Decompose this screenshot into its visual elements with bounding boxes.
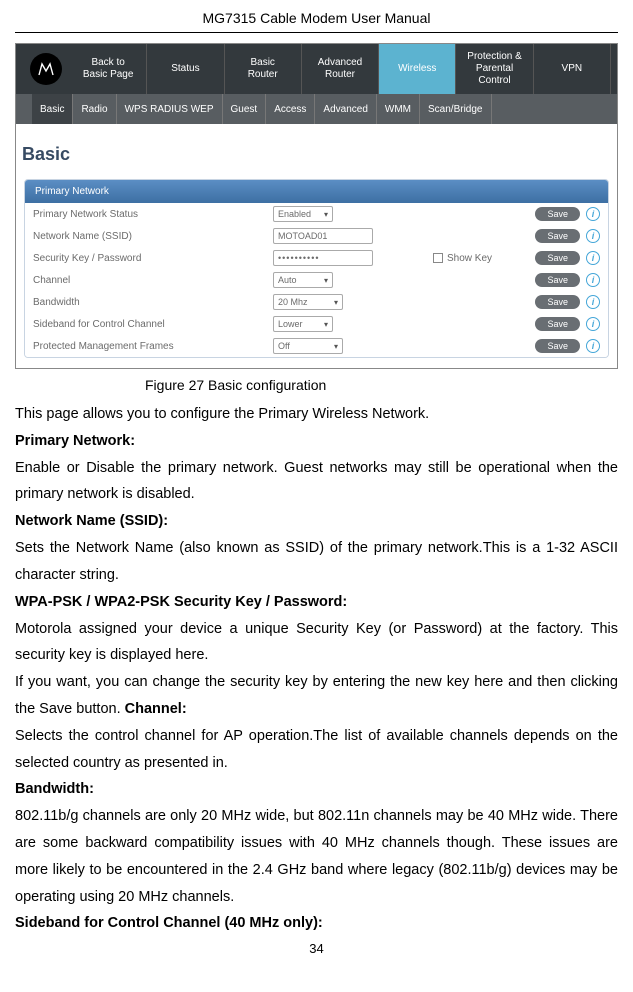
select-field[interactable]: Off (273, 338, 343, 354)
show-key-label: Show Key (447, 253, 492, 264)
select-field[interactable]: Auto (273, 272, 333, 288)
form-label: Channel (33, 275, 273, 286)
section-text: Motorola assigned your device a unique S… (15, 616, 618, 670)
top-nav-item[interactable]: Advanced Router (302, 44, 379, 94)
channel-heading: Channel: (125, 701, 187, 717)
section-text: Enable or Disable the primary network. G… (15, 455, 618, 509)
info-icon[interactable]: i (586, 273, 600, 287)
intro-text: This page allows you to configure the Pr… (15, 401, 618, 428)
form-row: Primary Network StatusEnabled Savei (25, 203, 608, 225)
form-label: Bandwidth (33, 297, 273, 308)
section-heading: WPA-PSK / WPA2-PSK Security Key / Passwo… (15, 589, 618, 616)
manual-header: MG7315 Cable Modem User Manual (15, 10, 618, 33)
save-button[interactable]: Save (535, 273, 580, 287)
primary-network-panel: Primary Network Primary Network StatusEn… (24, 179, 609, 358)
select-field[interactable]: Enabled (273, 206, 333, 222)
save-button[interactable]: Save (535, 339, 580, 353)
form-label: Primary Network Status (33, 209, 273, 220)
sub-nav-item[interactable]: Scan/Bridge (420, 94, 491, 124)
sub-nav-item[interactable]: WPS RADIUS WEP (117, 94, 223, 124)
form-row: Sideband for Control ChannelLower Savei (25, 313, 608, 335)
top-nav-item[interactable]: VPN (534, 44, 611, 94)
show-key-checkbox[interactable] (433, 253, 443, 263)
top-nav-item[interactable]: Protection & Parental Control (456, 44, 533, 94)
form-label: Sideband for Control Channel (33, 319, 273, 330)
page-number: 34 (15, 941, 618, 956)
form-label: Security Key / Password (33, 253, 273, 264)
section-title: Basic (16, 124, 617, 179)
info-icon[interactable]: i (586, 317, 600, 331)
top-nav: Back to Basic PageStatusBasic RouterAdva… (16, 44, 617, 94)
info-icon[interactable]: i (586, 251, 600, 265)
save-button[interactable]: Save (535, 229, 580, 243)
sub-nav: BasicRadioWPS RADIUS WEPGuestAccessAdvan… (16, 94, 617, 124)
top-nav-item[interactable]: Back to Basic Page (70, 44, 147, 94)
info-icon[interactable]: i (586, 207, 600, 221)
section-text: Sets the Network Name (also known as SSI… (15, 535, 618, 589)
info-icon[interactable]: i (586, 339, 600, 353)
router-ui-screenshot: Back to Basic PageStatusBasic RouterAdva… (15, 43, 618, 369)
info-icon[interactable]: i (586, 229, 600, 243)
top-nav-item[interactable]: Basic Router (225, 44, 302, 94)
select-field[interactable]: Lower (273, 316, 333, 332)
section-heading: Network Name (SSID): (15, 508, 618, 535)
top-nav-item[interactable]: Status (147, 44, 224, 94)
password-field[interactable]: •••••••••• (273, 250, 373, 266)
panel-header: Primary Network (25, 180, 608, 203)
form-label: Network Name (SSID) (33, 231, 273, 242)
form-row: Bandwidth20 Mhz Savei (25, 291, 608, 313)
top-nav-item[interactable]: Wireless (379, 44, 456, 94)
sub-nav-item[interactable]: Radio (73, 94, 116, 124)
info-icon[interactable]: i (586, 295, 600, 309)
sub-nav-item[interactable]: Access (266, 94, 315, 124)
form-row: Protected Management FramesOff Savei (25, 335, 608, 357)
section-heading: Primary Network: (15, 428, 618, 455)
bandwidth-text: 802.11b/g channels are only 20 MHz wide,… (15, 803, 618, 910)
save-button[interactable]: Save (535, 317, 580, 331)
bandwidth-heading: Bandwidth: (15, 776, 618, 803)
channel-pre: If you want, you can change the security… (15, 674, 618, 717)
motorola-logo-icon (30, 53, 62, 85)
text-field[interactable]: MOTOAD01 (273, 228, 373, 244)
sub-nav-item[interactable]: WMM (377, 94, 420, 124)
channel-text: Selects the control channel for AP opera… (15, 723, 618, 777)
sub-nav-item[interactable]: Advanced (315, 94, 376, 124)
form-label: Protected Management Frames (33, 341, 273, 352)
form-row: Security Key / Password•••••••••• Show Ke… (25, 247, 608, 269)
sub-nav-item[interactable]: Guest (223, 94, 267, 124)
body-text: This page allows you to configure the Pr… (15, 401, 618, 937)
save-button[interactable]: Save (535, 207, 580, 221)
figure-caption: Figure 27 Basic configuration (15, 377, 618, 393)
sideband-heading: Sideband for Control Channel (40 MHz onl… (15, 910, 618, 937)
form-row: Network Name (SSID)MOTOAD01 Savei (25, 225, 608, 247)
select-field[interactable]: 20 Mhz (273, 294, 343, 310)
form-row: ChannelAuto Savei (25, 269, 608, 291)
save-button[interactable]: Save (535, 251, 580, 265)
save-button[interactable]: Save (535, 295, 580, 309)
sub-nav-item[interactable]: Basic (32, 94, 73, 124)
